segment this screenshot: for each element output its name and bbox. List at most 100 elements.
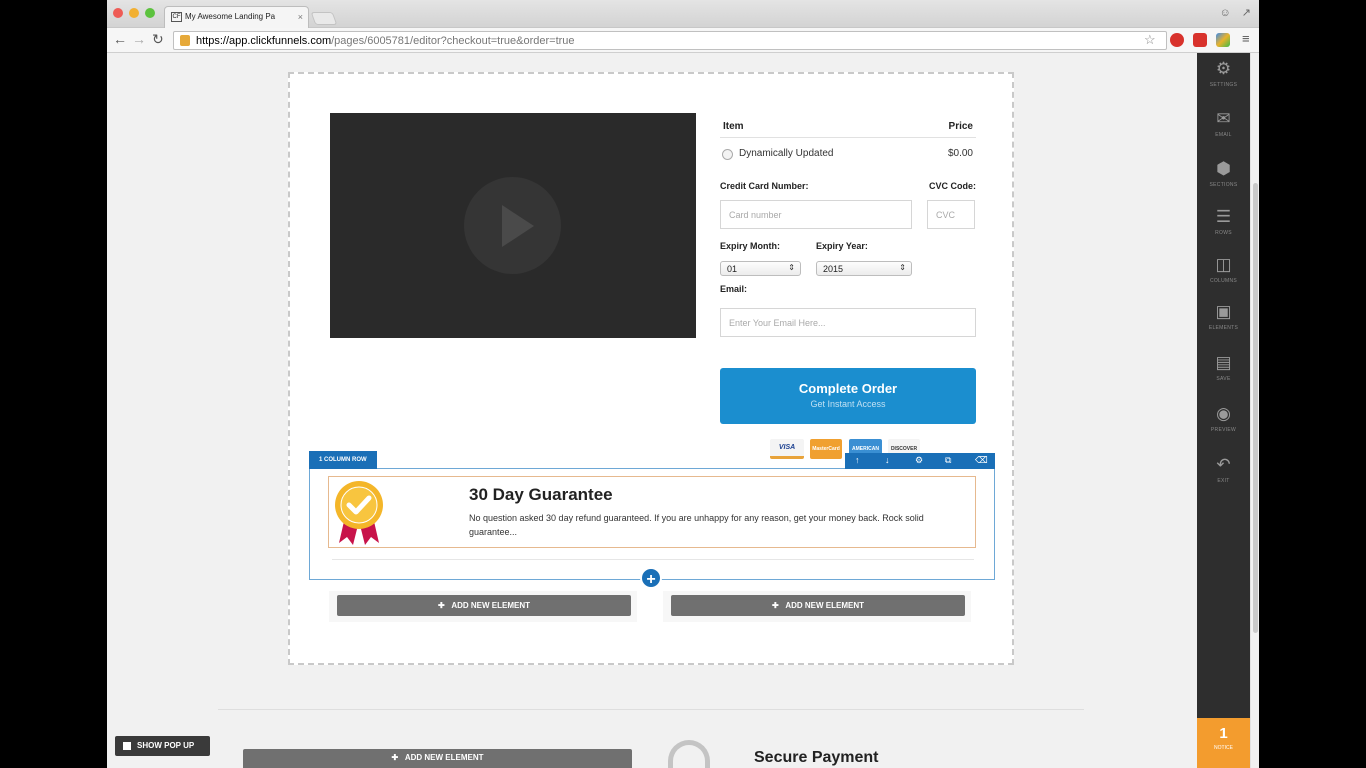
email-label: Email: bbox=[720, 284, 748, 294]
sidebar-item-label: ROWS bbox=[1215, 230, 1232, 236]
new-tab-button[interactable] bbox=[310, 12, 338, 25]
sidebar-item-exit[interactable]: ↶ EXIT bbox=[1197, 449, 1250, 499]
add-new-element-button[interactable]: ✚ ADD NEW ELEMENT bbox=[337, 595, 631, 616]
envelope-icon: ✉ bbox=[1216, 109, 1231, 128]
select-arrows-icon: ⇕ bbox=[788, 263, 795, 272]
sidebar-item-label: ELEMENTS bbox=[1208, 325, 1239, 331]
opera-extension-icon[interactable] bbox=[1170, 33, 1184, 47]
row-divider bbox=[332, 559, 974, 560]
sidebar-item-label: EMAIL bbox=[1215, 132, 1232, 138]
move-up-icon[interactable]: ↑ bbox=[855, 455, 860, 465]
page-section[interactable]: Item Price Dynamically Updated $0.00 Cre… bbox=[288, 72, 1014, 665]
row-settings-icon[interactable]: ⚙ bbox=[915, 455, 923, 466]
cvc-input[interactable]: CVC bbox=[927, 200, 975, 229]
minimize-window-button[interactable] bbox=[129, 8, 139, 18]
cvc-label: CVC Code: bbox=[929, 181, 976, 191]
notice-button[interactable]: 1 NOTICE bbox=[1197, 718, 1250, 768]
column-footer-right: ✚ ADD NEW ELEMENT bbox=[663, 591, 971, 622]
expiry-year-select[interactable]: 2015 ⇕ bbox=[816, 261, 912, 276]
product-name: Dynamically Updated bbox=[739, 148, 834, 159]
sidebar-item-settings[interactable]: ⚙ SETTINGS bbox=[1197, 53, 1250, 103]
add-new-element-button[interactable]: ✚ ADD NEW ELEMENT bbox=[243, 749, 632, 768]
cube-icon: ⬢ bbox=[1216, 159, 1231, 178]
reload-icon[interactable]: ↻ bbox=[152, 31, 164, 48]
sidebar-item-sections[interactable]: ⬢ SECTIONS bbox=[1197, 153, 1250, 203]
sidebar-item-email[interactable]: ✉ EMAIL bbox=[1197, 103, 1250, 153]
visa-logo: VISA bbox=[770, 439, 804, 459]
url-host: https://app.clickfunnels.com bbox=[196, 35, 332, 47]
price-header: Price bbox=[948, 121, 973, 132]
sidebar-item-elements[interactable]: ▣ ELEMENTS bbox=[1197, 296, 1250, 346]
browser-tab[interactable]: CF My Awesome Landing Pa × bbox=[164, 6, 309, 28]
undo-icon: ↶ bbox=[1216, 455, 1231, 474]
play-icon bbox=[502, 205, 534, 247]
add-row-button[interactable]: + bbox=[640, 567, 662, 589]
maximize-window-button[interactable] bbox=[145, 8, 155, 18]
add-new-element-button[interactable]: ✚ ADD NEW ELEMENT bbox=[671, 595, 965, 616]
complete-order-button[interactable]: Complete Order Get Instant Access bbox=[720, 368, 976, 424]
gear-icon: ⚙ bbox=[1215, 59, 1232, 78]
sidebar-item-label: SECTIONS bbox=[1209, 182, 1238, 188]
add-element-label: ADD NEW ELEMENT bbox=[404, 753, 484, 762]
floppy-icon: ▤ bbox=[1215, 353, 1232, 372]
mastercard-logo: MasterCard bbox=[810, 439, 842, 459]
notice-label: NOTICE bbox=[1214, 745, 1233, 751]
sidebar-item-save[interactable]: ▤ SAVE bbox=[1197, 347, 1250, 397]
sidebar-item-label: EXIT bbox=[1217, 478, 1230, 484]
section-divider bbox=[218, 709, 1084, 710]
email-input[interactable]: Enter Your Email Here... bbox=[720, 308, 976, 337]
select-arrows-icon: ⇕ bbox=[899, 263, 906, 272]
page-scrollbar[interactable] bbox=[1250, 53, 1259, 768]
product-price: $0.00 bbox=[947, 148, 973, 159]
guarantee-ribbon-icon bbox=[335, 481, 383, 545]
expiry-year-label: Expiry Year: bbox=[816, 241, 868, 251]
fullscreen-icon[interactable]: ↗ bbox=[1242, 7, 1251, 19]
padlock-icon bbox=[668, 740, 710, 768]
row-type-tag[interactable]: 1 COLUMN ROW bbox=[309, 451, 377, 469]
sidebar-item-label: SETTINGS bbox=[1209, 82, 1238, 88]
expiry-month-value: 01 bbox=[727, 264, 738, 274]
window-controls: ☺ ↗ bbox=[1219, 6, 1251, 19]
expiry-month-select[interactable]: 01 ⇕ bbox=[720, 261, 801, 276]
title-bar: CF My Awesome Landing Pa × ☺ ↗ bbox=[107, 0, 1259, 28]
credit-card-label: Credit Card Number: bbox=[720, 181, 809, 191]
close-window-button[interactable] bbox=[113, 8, 123, 18]
trash-icon[interactable]: ⌫ bbox=[975, 455, 988, 466]
move-down-icon[interactable]: ↓ bbox=[885, 455, 890, 465]
one-column-row[interactable]: 1 COLUMN ROW ↑ ↓ ⚙ ⧉ ⌫ 30 Day Guarantee … bbox=[309, 451, 995, 580]
back-arrow-icon[interactable]: ← bbox=[113, 31, 127, 47]
sidebar-item-label: SAVE bbox=[1216, 376, 1231, 382]
duplicate-icon[interactable]: ⧉ bbox=[945, 455, 951, 466]
product-radio[interactable] bbox=[722, 149, 733, 160]
cta-main-label: Complete Order bbox=[798, 381, 898, 396]
video-placeholder[interactable] bbox=[330, 113, 696, 338]
extension-color-icon[interactable] bbox=[1216, 33, 1230, 47]
play-button[interactable] bbox=[464, 177, 561, 274]
browser-window: CF My Awesome Landing Pa × ☺ ↗ ← → ↻ htt… bbox=[107, 0, 1259, 768]
extension-red-icon[interactable] bbox=[1193, 33, 1207, 47]
sidebar-item-rows[interactable]: ☰ ROWS bbox=[1197, 201, 1250, 251]
notice-count: 1 bbox=[1219, 725, 1228, 742]
tab-close-icon[interactable]: × bbox=[298, 12, 303, 22]
add-element-label: ADD NEW ELEMENT bbox=[451, 601, 531, 610]
expiry-year-value: 2015 bbox=[823, 264, 844, 274]
add-element-label: ADD NEW ELEMENT bbox=[785, 601, 865, 610]
guarantee-text: No question asked 30 day refund guarante… bbox=[469, 513, 924, 537]
card-number-input[interactable]: Card number bbox=[720, 200, 912, 229]
menu-icon[interactable]: ≡ bbox=[1242, 31, 1250, 46]
favicon-icon: CF bbox=[171, 12, 182, 22]
site-lock-icon bbox=[180, 35, 190, 46]
user-icon[interactable]: ☺ bbox=[1219, 7, 1230, 19]
sidebar-item-columns[interactable]: ◫ COLUMNS bbox=[1197, 249, 1250, 299]
show-popup-button[interactable]: SHOW POP UP bbox=[115, 736, 210, 756]
sidebar-item-preview[interactable]: ◉ PREVIEW bbox=[1197, 398, 1250, 448]
bookmark-star-icon[interactable]: ☆ bbox=[1144, 32, 1156, 48]
address-bar[interactable]: https://app.clickfunnels.com/pages/60057… bbox=[173, 31, 1167, 50]
guarantee-box[interactable]: 30 Day Guarantee No question asked 30 da… bbox=[328, 476, 976, 548]
forward-arrow-icon[interactable]: → bbox=[132, 31, 146, 47]
row-toolbar: ↑ ↓ ⚙ ⧉ ⌫ bbox=[845, 453, 995, 469]
popup-icon bbox=[123, 742, 131, 750]
editor-canvas: Item Price Dynamically Updated $0.00 Cre… bbox=[107, 53, 1197, 768]
editor-sidebar: ⚙ SETTINGS ✉ EMAIL ⬢ SECTIONS ☰ ROWS ◫ C… bbox=[1197, 53, 1250, 768]
scrollbar-thumb[interactable] bbox=[1253, 183, 1258, 633]
